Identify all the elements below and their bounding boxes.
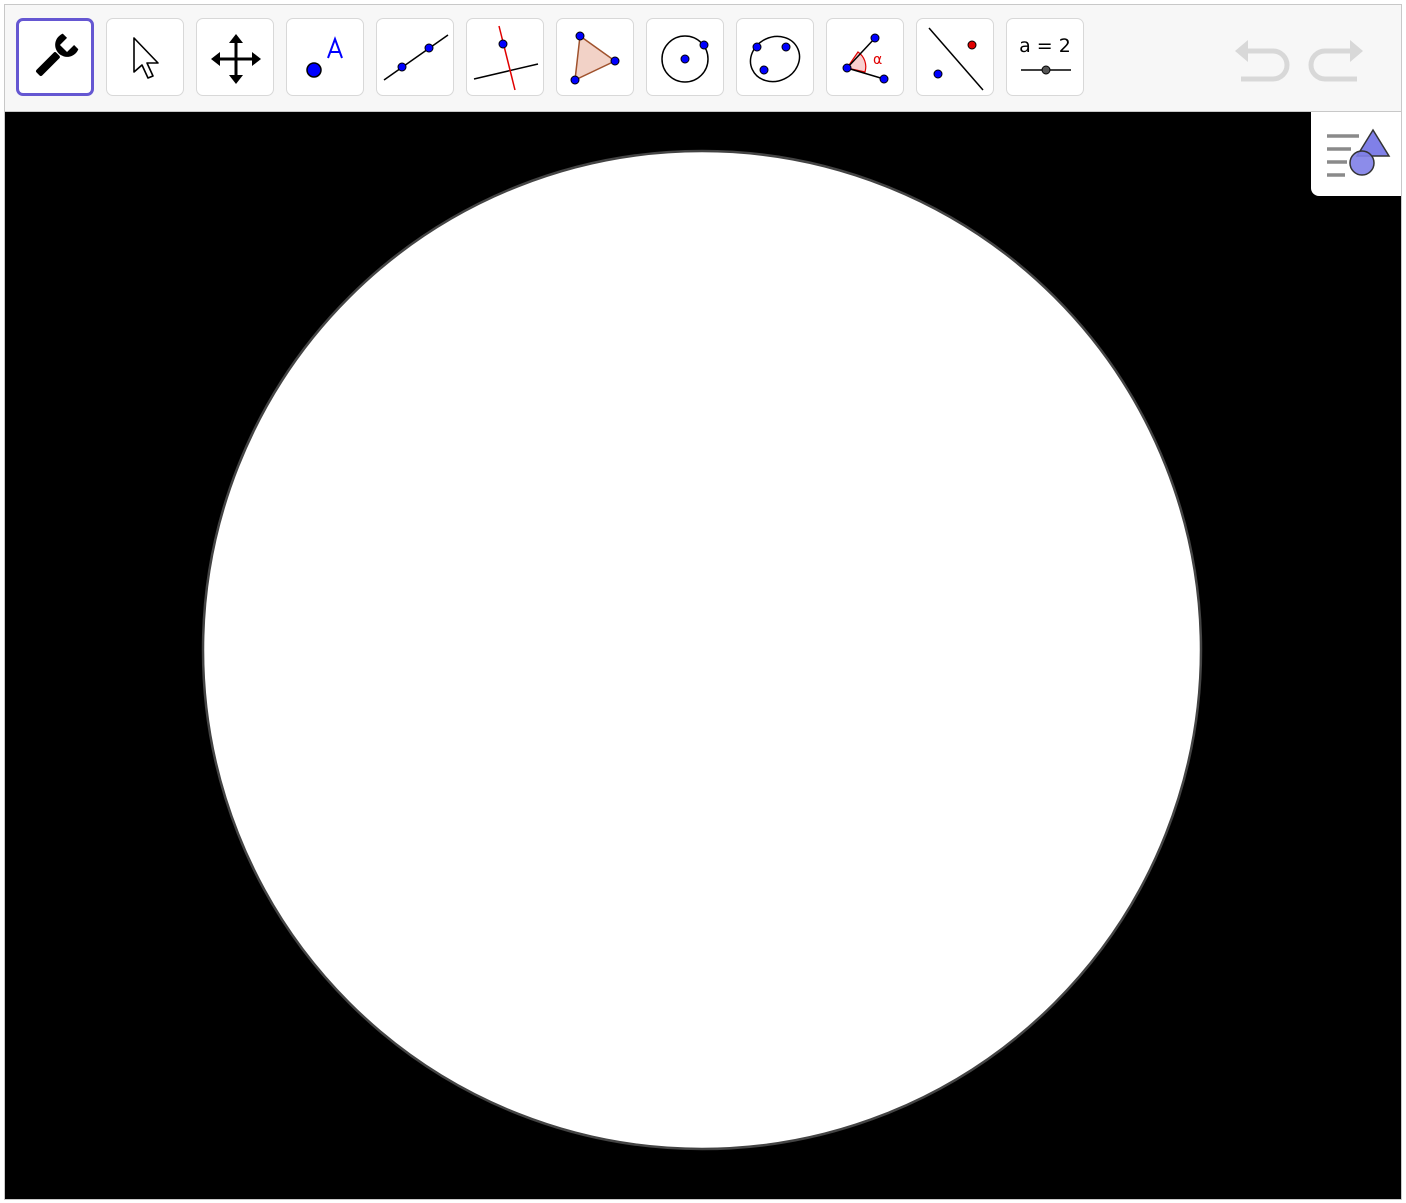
toolbar: α a = 2 xyxy=(5,5,1401,112)
tool-polygon-button[interactable] xyxy=(556,18,634,96)
tool-point-button[interactable] xyxy=(286,18,364,96)
move-arrows-icon xyxy=(211,34,261,84)
undo-button[interactable] xyxy=(1231,31,1293,89)
style-bar-toggle-icon xyxy=(1327,128,1391,177)
circle-center-point-icon xyxy=(661,35,709,83)
tool-move-graphics-view-button[interactable] xyxy=(196,18,274,96)
tool-line-button[interactable] xyxy=(376,18,454,96)
perpendicular-line-icon xyxy=(473,25,539,91)
tool-circle-button[interactable] xyxy=(646,18,724,96)
geogebra-app: α a = 2 xyxy=(4,4,1402,1200)
redo-button[interactable] xyxy=(1305,31,1367,89)
tool-tools-button[interactable] xyxy=(16,18,94,96)
graphics-view[interactable] xyxy=(5,112,1401,1199)
tool-slider-button[interactable]: a = 2 xyxy=(1006,18,1084,96)
tool-reflect-about-line-button[interactable] xyxy=(916,18,994,96)
ellipse-icon xyxy=(749,35,801,83)
reflect-about-line-icon xyxy=(928,27,984,91)
tool-move-button[interactable] xyxy=(106,18,184,96)
point-icon xyxy=(306,36,343,78)
redo-icon xyxy=(1308,40,1363,82)
angle-alpha-label: α xyxy=(873,52,882,68)
polygon-icon xyxy=(570,31,620,85)
undo-icon xyxy=(1235,40,1290,82)
graphics-board xyxy=(201,149,1203,1151)
tool-perpendicular-line-button[interactable] xyxy=(466,18,544,96)
tool-ellipse-button[interactable] xyxy=(736,18,814,96)
cursor-arrow-icon xyxy=(133,37,159,79)
line-through-points-icon xyxy=(383,34,449,81)
wrench-icon xyxy=(36,33,79,76)
tool-angle-button[interactable]: α xyxy=(826,18,904,96)
style-bar-toggle-button[interactable] xyxy=(1311,112,1401,196)
slider-icon xyxy=(1021,65,1071,75)
circle-object[interactable] xyxy=(201,149,1203,1151)
angle-icon: α xyxy=(842,33,889,84)
